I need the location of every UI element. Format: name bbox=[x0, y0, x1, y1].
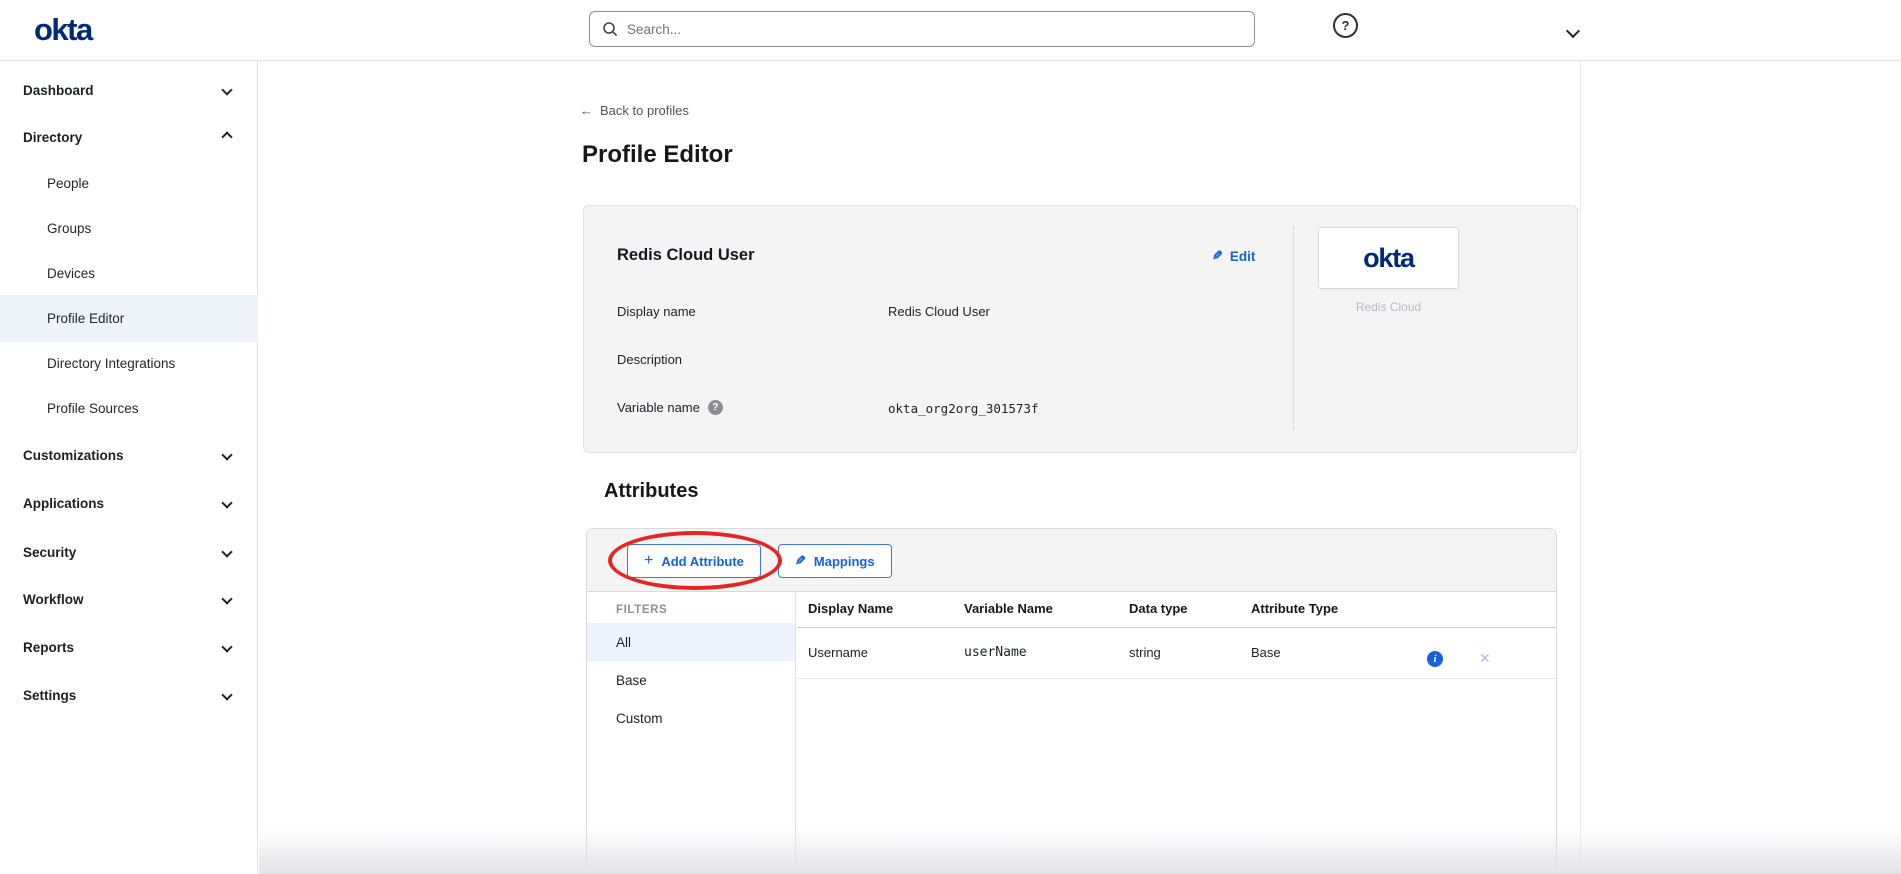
back-arrow-icon: ← bbox=[580, 103, 593, 118]
chevron-down-icon bbox=[221, 449, 232, 460]
app-logo-text: okta bbox=[1363, 243, 1414, 274]
mappings-button[interactable]: ✎ Mappings bbox=[778, 544, 892, 578]
back-to-profiles-link[interactable]: ← Back to profiles bbox=[580, 103, 689, 118]
add-attribute-label: Add Attribute bbox=[661, 554, 744, 569]
sidebar-item-security[interactable]: Security bbox=[0, 534, 258, 570]
sidebar-item-label: Reports bbox=[23, 640, 74, 655]
attributes-table: Display Name Variable Name Data type Att… bbox=[797, 592, 1556, 874]
table-header-row: Display Name Variable Name Data type Att… bbox=[797, 592, 1556, 628]
top-bar: okta ? bbox=[0, 0, 1901, 61]
sidebar-item-label: Workflow bbox=[23, 592, 84, 607]
sidebar-nav: Dashboard Directory People Groups Device… bbox=[0, 61, 258, 874]
table-row[interactable]: Username userName string Base i ✕ bbox=[797, 628, 1556, 679]
chevron-down-icon bbox=[221, 497, 232, 508]
chevron-down-icon bbox=[221, 689, 232, 700]
sidebar-item-settings[interactable]: Settings bbox=[0, 677, 258, 713]
search-icon bbox=[602, 21, 618, 37]
sidebar-item-label: Profile Editor bbox=[47, 311, 124, 326]
sidebar-item-people[interactable]: People bbox=[0, 165, 258, 201]
user-menu-button[interactable] bbox=[1568, 23, 1592, 39]
col-data-type: Data type bbox=[1129, 601, 1188, 616]
cell-display-name: Username bbox=[808, 645, 868, 660]
sidebar-item-label: Customizations bbox=[23, 448, 124, 463]
filter-option-base[interactable]: Base bbox=[587, 661, 795, 699]
sidebar-item-label: Profile Sources bbox=[47, 401, 139, 416]
sidebar-item-devices[interactable]: Devices bbox=[0, 255, 258, 291]
chevron-down-icon bbox=[221, 593, 232, 604]
app-logo-caption: Redis Cloud bbox=[1318, 300, 1459, 314]
field-value-display-name: Redis Cloud User bbox=[888, 304, 990, 319]
profile-summary-card: Redis Cloud User ✎ Edit Display name Red… bbox=[583, 205, 1578, 453]
add-attribute-button[interactable]: + Add Attribute bbox=[627, 544, 761, 578]
okta-admin-console: okta ? Dashboard Directory People Groups bbox=[0, 0, 1901, 874]
info-icon[interactable]: i bbox=[1427, 651, 1443, 667]
remove-icon[interactable]: ✕ bbox=[1479, 650, 1491, 667]
field-label-description: Description bbox=[617, 352, 682, 367]
col-attribute-type: Attribute Type bbox=[1251, 601, 1338, 616]
content-right-divider bbox=[1580, 61, 1581, 874]
field-label-variable-name: Variable name ? bbox=[617, 400, 723, 415]
chevron-down-icon bbox=[221, 546, 232, 557]
sidebar-item-directory[interactable]: Directory bbox=[0, 119, 258, 155]
sidebar-item-label: Applications bbox=[23, 496, 104, 511]
col-display-name: Display Name bbox=[808, 601, 893, 616]
chevron-down-icon bbox=[221, 84, 232, 95]
sidebar-item-label: Security bbox=[23, 545, 76, 560]
sidebar-item-label: Directory Integrations bbox=[47, 356, 175, 371]
filter-option-custom[interactable]: Custom bbox=[587, 699, 795, 737]
plus-icon: + bbox=[644, 553, 653, 569]
search-input[interactable] bbox=[627, 22, 1242, 37]
chevron-down-icon bbox=[221, 641, 232, 652]
okta-logo: okta bbox=[34, 12, 92, 48]
sidebar-item-label: Groups bbox=[47, 221, 91, 236]
sidebar-item-label: People bbox=[47, 176, 89, 191]
field-value-variable-name: okta_org2org_301573f bbox=[888, 401, 1039, 416]
sidebar-item-customizations[interactable]: Customizations bbox=[0, 437, 258, 473]
field-label-display-name: Display name bbox=[617, 304, 696, 319]
sidebar-item-label: Directory bbox=[23, 130, 82, 145]
page-title: Profile Editor bbox=[582, 141, 733, 169]
sidebar-item-label: Devices bbox=[47, 266, 95, 281]
cell-variable-name: userName bbox=[964, 645, 1027, 660]
edit-label: Edit bbox=[1230, 249, 1256, 264]
help-glyph: ? bbox=[1342, 18, 1350, 33]
edit-pencil-icon: ✎ bbox=[1212, 248, 1223, 264]
attributes-panel: + Add Attribute ✎ Mappings FILTERS All B… bbox=[586, 528, 1557, 874]
sidebar-item-dashboard[interactable]: Dashboard bbox=[0, 72, 258, 108]
app-logo: okta bbox=[1318, 227, 1459, 289]
col-variable-name: Variable Name bbox=[964, 601, 1053, 616]
filters-panel: FILTERS All Base Custom bbox=[587, 592, 796, 874]
sidebar-item-applications[interactable]: Applications bbox=[0, 485, 258, 521]
card-divider bbox=[1293, 226, 1294, 430]
sidebar-item-directory-integrations[interactable]: Directory Integrations bbox=[0, 345, 258, 381]
cell-data-type: string bbox=[1129, 645, 1161, 660]
help-question-icon[interactable]: ? bbox=[708, 400, 723, 415]
sidebar-item-label: Dashboard bbox=[23, 83, 94, 98]
help-icon[interactable]: ? bbox=[1333, 13, 1358, 38]
attributes-section-title: Attributes bbox=[604, 480, 698, 503]
filter-option-all[interactable]: All bbox=[587, 623, 795, 661]
sidebar-item-profile-editor[interactable]: Profile Editor bbox=[0, 295, 258, 342]
chevron-up-icon bbox=[221, 131, 232, 142]
cell-attribute-type: Base bbox=[1251, 645, 1281, 660]
attributes-toolbar: + Add Attribute ✎ Mappings bbox=[587, 529, 1556, 592]
sidebar-item-groups[interactable]: Groups bbox=[0, 210, 258, 246]
edit-profile-button[interactable]: ✎ Edit bbox=[1212, 248, 1255, 264]
back-link-label: Back to profiles bbox=[600, 103, 689, 118]
mappings-label: Mappings bbox=[814, 554, 875, 569]
sidebar-item-reports[interactable]: Reports bbox=[0, 629, 258, 665]
global-search[interactable] bbox=[589, 11, 1255, 47]
sidebar-item-label: Settings bbox=[23, 688, 76, 703]
filters-heading: FILTERS bbox=[616, 604, 667, 616]
profile-name: Redis Cloud User bbox=[617, 246, 755, 265]
sidebar-item-workflow[interactable]: Workflow bbox=[0, 581, 258, 617]
mappings-pencil-icon: ✎ bbox=[795, 553, 806, 569]
chevron-down-icon bbox=[1566, 24, 1580, 38]
sidebar-item-profile-sources[interactable]: Profile Sources bbox=[0, 390, 258, 426]
